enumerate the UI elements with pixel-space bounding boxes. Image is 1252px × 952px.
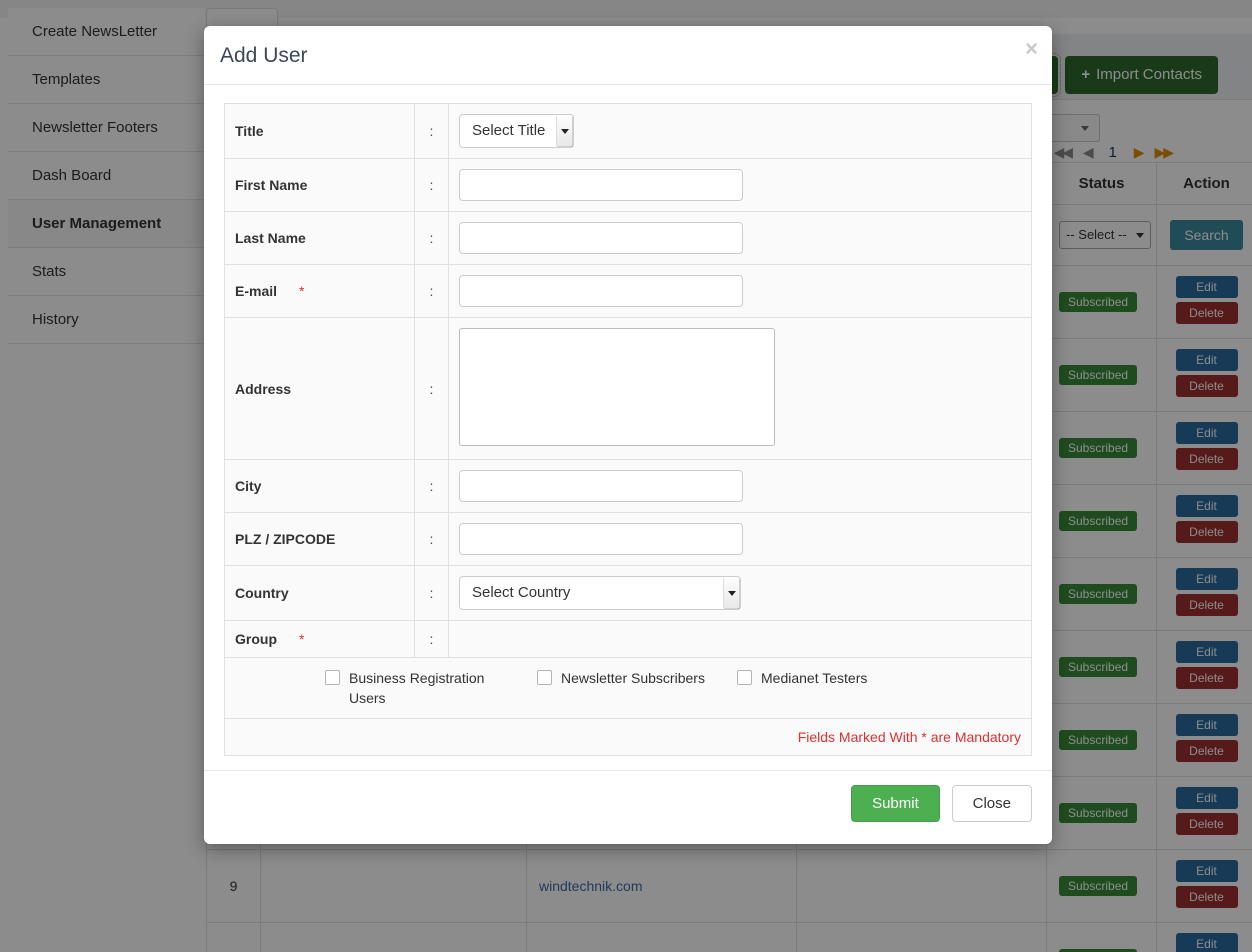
field-title: Select Title xyxy=(448,103,1032,159)
zip-input[interactable] xyxy=(459,523,743,555)
colon-separator: : xyxy=(414,158,449,212)
colon-separator: : xyxy=(414,512,449,566)
label-email-text: E-mail xyxy=(235,283,278,299)
close-button[interactable]: Close xyxy=(951,785,1032,822)
label-country: Country xyxy=(224,565,415,621)
group-checkbox-label: Newsletter Subscribers xyxy=(561,670,705,686)
checkbox-icon[interactable] xyxy=(325,670,340,685)
field-first-name xyxy=(448,158,1032,212)
colon-separator: : xyxy=(414,565,449,621)
label-city: City xyxy=(224,459,415,513)
group-checkbox-business-registration-users[interactable]: Business Registration Users xyxy=(325,668,537,708)
field-country: Select Country xyxy=(448,565,1032,621)
label-email: E-mail * xyxy=(224,264,415,318)
chevron-down-icon xyxy=(723,578,739,608)
add-user-modal: Add User × Title : Select Title First Na… xyxy=(204,26,1052,844)
label-group: Group * xyxy=(224,620,415,658)
field-group-empty xyxy=(448,620,1032,658)
group-checkbox-newsletter-subscribers[interactable]: Newsletter Subscribers xyxy=(537,668,737,708)
close-icon[interactable]: × xyxy=(1025,38,1038,60)
colon-separator: : xyxy=(414,459,449,513)
modal-header: Add User × xyxy=(204,26,1052,85)
colon-separator: : xyxy=(414,317,449,460)
form-row-city: City : xyxy=(224,459,1032,513)
group-checkbox-label: Medianet Testers xyxy=(761,670,868,686)
title-select-value: Select Title xyxy=(472,122,546,139)
modal-title: Add User xyxy=(220,44,308,67)
country-select[interactable]: Select Country xyxy=(459,576,741,610)
form-row-first-name: First Name : xyxy=(224,158,1032,212)
last-name-input[interactable] xyxy=(459,222,743,254)
submit-button[interactable]: Submit xyxy=(851,785,940,822)
form-row-mandatory-note: Fields Marked With * are Mandatory xyxy=(224,718,1032,756)
field-last-name xyxy=(448,211,1032,265)
email-input[interactable] xyxy=(459,275,743,307)
form-row-country: Country : Select Country xyxy=(224,565,1032,621)
field-zip xyxy=(448,512,1032,566)
required-asterisk: * xyxy=(299,283,305,299)
title-select[interactable]: Select Title xyxy=(459,114,575,148)
form-row-title: Title : Select Title xyxy=(224,103,1032,159)
first-name-input[interactable] xyxy=(459,169,743,201)
country-select-value: Select Country xyxy=(472,584,571,601)
field-address xyxy=(448,317,1032,460)
page-root: Create NewsLetter Templates Newsletter F… xyxy=(0,0,1252,952)
checkbox-icon[interactable] xyxy=(737,670,752,685)
group-checkbox-cell: Business Registration Users Newsletter S… xyxy=(224,657,1032,719)
address-textarea[interactable] xyxy=(459,328,775,446)
form-row-group: Group * : xyxy=(224,620,1032,658)
modal-body: Title : Select Title First Name : Last N… xyxy=(204,85,1052,770)
modal-footer: Submit Close xyxy=(204,770,1052,844)
add-user-form: Title : Select Title First Name : Last N… xyxy=(224,103,1032,756)
chevron-down-icon xyxy=(556,116,573,146)
group-checkbox-list: Business Registration Users Newsletter S… xyxy=(235,668,1021,708)
field-email xyxy=(448,264,1032,318)
label-first-name: First Name xyxy=(224,158,415,212)
label-group-text: Group xyxy=(235,631,277,647)
form-row-address: Address : xyxy=(224,317,1032,460)
colon-separator: : xyxy=(414,264,449,318)
mandatory-note: Fields Marked With * are Mandatory xyxy=(224,718,1032,756)
label-title: Title xyxy=(224,103,415,159)
checkbox-icon[interactable] xyxy=(537,670,552,685)
form-row-zip: PLZ / ZIPCODE : xyxy=(224,512,1032,566)
form-row-email: E-mail * : xyxy=(224,264,1032,318)
label-address: Address xyxy=(224,317,415,460)
form-row-group-checkboxes: Business Registration Users Newsletter S… xyxy=(224,657,1032,719)
group-checkbox-label: Business Registration Users xyxy=(349,670,485,706)
group-checkbox-medianet-testers[interactable]: Medianet Testers xyxy=(737,668,867,708)
field-city xyxy=(448,459,1032,513)
label-last-name: Last Name xyxy=(224,211,415,265)
required-asterisk: * xyxy=(299,631,305,647)
colon-separator: : xyxy=(414,211,449,265)
form-row-last-name: Last Name : xyxy=(224,211,1032,265)
label-zip: PLZ / ZIPCODE xyxy=(224,512,415,566)
colon-separator: : xyxy=(414,103,449,159)
colon-separator: : xyxy=(414,620,449,658)
city-input[interactable] xyxy=(459,470,743,502)
